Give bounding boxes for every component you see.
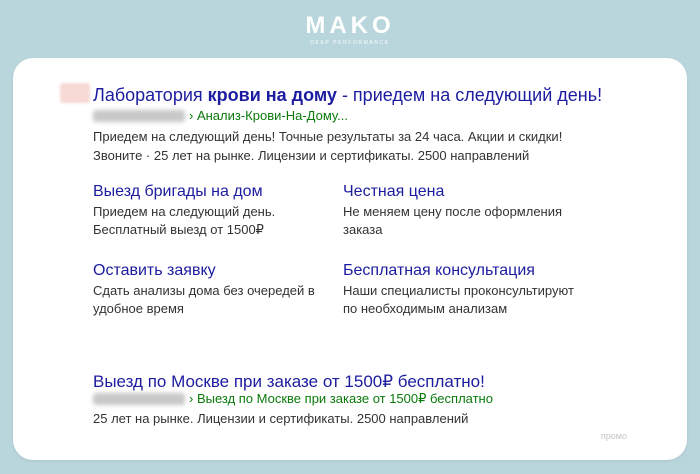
sitelink-title[interactable]: Оставить заявку [93,261,333,281]
sitelink-title[interactable]: Бесплатная консультация [343,261,588,281]
sitelink-4[interactable]: Бесплатная консультация Наши специалисты… [343,261,588,318]
ad2-description: 25 лет на рынке. Лицензии и сертификаты.… [93,411,469,426]
ad-title-link[interactable]: Лаборатория крови на дому - приедем на с… [93,83,602,107]
sitelink-2[interactable]: Честная цена Не меняем цену после оформл… [343,182,593,239]
ad-title-pre: Лаборатория [93,85,208,105]
sitelink-1[interactable]: Выезд бригады на дом Приедем на следующи… [93,182,323,239]
ad-card: Лаборатория крови на дому - приедем на с… [13,58,687,460]
site-favicon-icon [60,83,90,103]
sitelink-description: Не меняем цену после оформления заказа [343,204,563,237]
sitelink-description: Сдать анализы дома без очередей в удобно… [93,283,315,316]
promo-label: промо [600,431,627,441]
ad-title-post: - приедем на следующий день! [336,85,603,105]
brand-logo: MAKO [305,12,395,39]
ad-description: Приедем на следующий день! Точные резуль… [93,129,563,163]
sitelink-description: Приедем на следующий день. Бесплатный вы… [93,204,276,237]
ad2-title-link[interactable]: Выезд по Москве при заказе от 1500₽ бесп… [93,371,485,393]
ad-url-path[interactable]: › Анализ-Крови-На-Дому... [189,108,348,124]
sitelink-description: Наши специалисты проконсультируют по нео… [343,283,574,316]
sitelink-3[interactable]: Оставить заявку Сдать анализы дома без о… [93,261,333,318]
ad-title-bold: крови на дому [207,85,337,105]
brand-tagline: DEEP PERFORMANCE [310,40,390,46]
ad2-url-row[interactable]: › Выезд по Москве при заказе от 1500₽ бе… [93,391,493,407]
ad-url-row[interactable]: › Анализ-Крови-На-Дому... [93,108,348,124]
sitelink-title[interactable]: Выезд бригады на дом [93,182,323,202]
brand-header: MAKO DEEP PERFORMANCE [0,14,700,47]
sitelink-title[interactable]: Честная цена [343,182,593,202]
ad2-url-path[interactable]: › Выезд по Москве при заказе от 1500₽ бе… [189,391,493,407]
blurred-domain [93,393,185,405]
blurred-domain [93,110,185,122]
